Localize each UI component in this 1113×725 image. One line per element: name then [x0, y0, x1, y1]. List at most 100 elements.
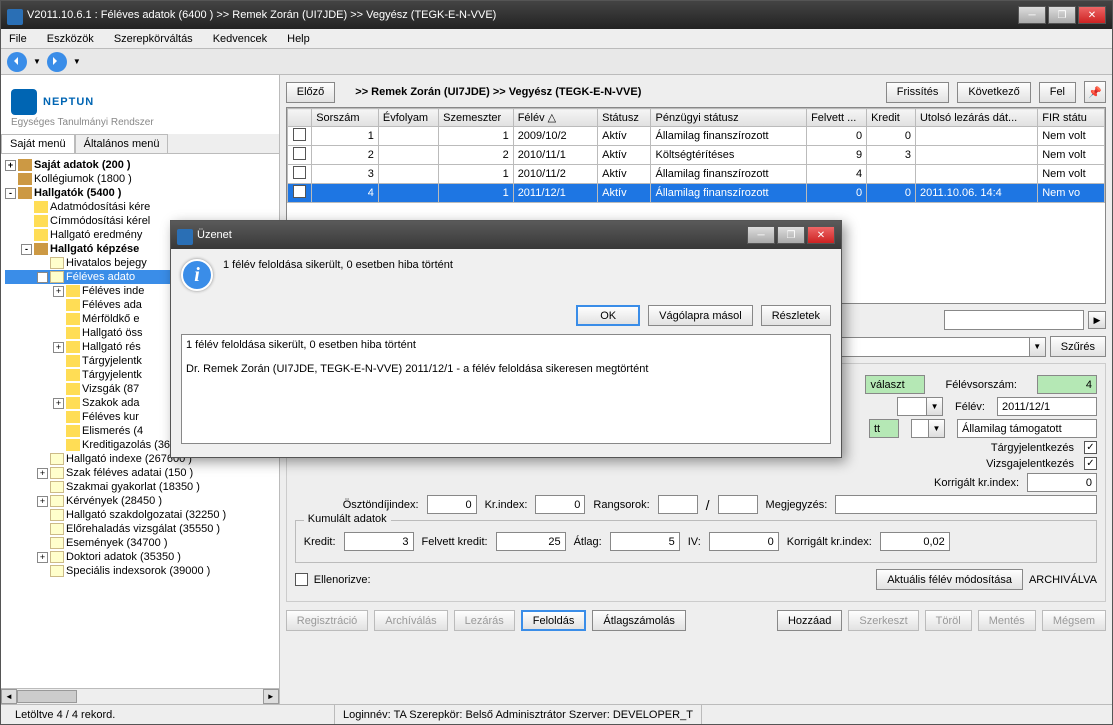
tree-toggle-icon[interactable]: [53, 384, 64, 395]
cancel-button[interactable]: Mégsem: [1042, 610, 1106, 631]
close-button[interactable]: ✕: [1078, 6, 1106, 24]
save-button[interactable]: Mentés: [978, 610, 1036, 631]
grid-header[interactable]: Pénzügyi státusz: [651, 109, 807, 127]
grid-cell[interactable]: 1: [439, 127, 514, 146]
edit-button[interactable]: Szerkeszt: [848, 610, 918, 631]
row-checkbox[interactable]: [293, 147, 306, 160]
rang-value-1[interactable]: [658, 495, 698, 514]
filter-button[interactable]: Szűrés: [1050, 336, 1106, 357]
grid-cell[interactable]: [378, 165, 438, 184]
tree-toggle-icon[interactable]: [21, 216, 32, 227]
grid-header[interactable]: FIR státu: [1038, 109, 1105, 127]
grid-cell[interactable]: Költségtérítéses: [651, 146, 807, 165]
tree-toggle-icon[interactable]: [37, 538, 48, 549]
grid-cell[interactable]: 1: [439, 184, 514, 203]
grid-cell[interactable]: 1: [312, 127, 379, 146]
grid-cell[interactable]: [915, 165, 1037, 184]
tree-item[interactable]: +Saját adatok (200 ): [5, 158, 275, 172]
combo2-dd-icon[interactable]: ▼: [929, 419, 945, 438]
grid-cell[interactable]: 3: [312, 165, 379, 184]
grid-header[interactable]: Utolsó lezárás dát...: [915, 109, 1037, 127]
tab-general-menu[interactable]: Általános menü: [75, 134, 169, 154]
prev-button[interactable]: Előző: [286, 82, 336, 103]
tree-toggle-icon[interactable]: +: [37, 552, 48, 563]
grid-header[interactable]: Kredit: [867, 109, 916, 127]
tab-own-menu[interactable]: Saját menü: [1, 134, 75, 154]
grid-cell[interactable]: 2: [439, 146, 514, 165]
ellen-checkbox[interactable]: [295, 573, 308, 586]
tree-toggle-icon[interactable]: [53, 412, 64, 423]
tree-toggle-icon[interactable]: [53, 356, 64, 367]
pin-icon[interactable]: 📌: [1084, 81, 1106, 103]
grid-cell[interactable]: Államilag finanszírozott: [651, 165, 807, 184]
grid-cell[interactable]: 9: [807, 146, 867, 165]
tree-item[interactable]: Hallgató szakdolgozatai (32250 ): [5, 508, 275, 522]
korr2-value[interactable]: 0,02: [880, 532, 950, 551]
dialog-detail-button[interactable]: Részletek: [761, 305, 831, 326]
scroll-right-icon[interactable]: ►: [263, 689, 279, 704]
grid-cell[interactable]: 2009/10/2: [513, 127, 597, 146]
tree-item[interactable]: Adatmódosítási kére: [5, 200, 275, 214]
grid-cell[interactable]: 2011/12/1: [513, 184, 597, 203]
grid-header[interactable]: Félév △: [513, 109, 597, 127]
tree-toggle-icon[interactable]: +: [37, 468, 48, 479]
filter-go-icon[interactable]: ▶: [1088, 311, 1106, 329]
dialog-close-button[interactable]: ✕: [807, 226, 835, 244]
next-button[interactable]: Következő: [957, 82, 1030, 103]
grid-cell[interactable]: 0: [867, 184, 916, 203]
grid-cell[interactable]: Nem vo: [1038, 184, 1105, 203]
row-checkbox[interactable]: [293, 166, 306, 179]
del-button[interactable]: Töröl: [925, 610, 972, 631]
tree-item[interactable]: Speciális indexsorok (39000 ): [5, 564, 275, 578]
grid-cell[interactable]: Nem volt: [1038, 165, 1105, 184]
tree-item[interactable]: -Hallgatók (5400 ): [5, 186, 275, 200]
felev-value[interactable]: 2011/12/1: [997, 397, 1097, 416]
tree-item[interactable]: +Szak féléves adatai (150 ): [5, 466, 275, 480]
grid-cell[interactable]: 3: [867, 146, 916, 165]
menu-help[interactable]: Help: [283, 31, 314, 47]
filter-combo-dd-icon[interactable]: ▼: [1030, 337, 1046, 357]
tree-hscroll[interactable]: ◄ ►: [1, 688, 279, 704]
tree-toggle-icon[interactable]: [37, 524, 48, 535]
tree-toggle-icon[interactable]: [21, 230, 32, 241]
add-button[interactable]: Hozzáad: [777, 610, 842, 631]
grid-header[interactable]: Státusz: [598, 109, 651, 127]
tree-toggle-icon[interactable]: +: [37, 496, 48, 507]
filter-field-1[interactable]: [944, 310, 1084, 330]
dialog-copy-button[interactable]: Vágólapra másol: [648, 305, 753, 326]
tree-toggle-icon[interactable]: [53, 300, 64, 311]
tree-item[interactable]: Események (34700 ): [5, 536, 275, 550]
grid-cell[interactable]: Nem volt: [1038, 127, 1105, 146]
tree-toggle-icon[interactable]: +: [5, 160, 16, 171]
grid-cell[interactable]: [867, 165, 916, 184]
grid-cell[interactable]: Államilag finanszírozott: [651, 184, 807, 203]
grid-header[interactable]: [287, 109, 311, 127]
tree-toggle-icon[interactable]: [53, 370, 64, 381]
menu-role[interactable]: Szerepkörváltás: [110, 31, 197, 47]
tree-toggle-icon[interactable]: -: [5, 188, 16, 199]
tree-item[interactable]: +Doktori adatok (35350 ): [5, 550, 275, 564]
grid-cell[interactable]: 2011.10.06. 14:4: [915, 184, 1037, 203]
korr-value[interactable]: 0: [1027, 473, 1097, 492]
nav-back-dd[interactable]: ▼: [33, 57, 41, 66]
grid-cell[interactable]: [915, 127, 1037, 146]
megj-value[interactable]: [835, 495, 1097, 514]
menu-tools[interactable]: Eszközök: [43, 31, 98, 47]
grid-cell[interactable]: 1: [439, 165, 514, 184]
dialog-ok-button[interactable]: OK: [576, 305, 640, 326]
kredit-value[interactable]: 3: [344, 532, 414, 551]
arch-button[interactable]: Archíválás: [374, 610, 447, 631]
tree-item[interactable]: Előrehaladás vizsgálat (35550 ): [5, 522, 275, 536]
grid-cell[interactable]: [378, 127, 438, 146]
grid-header[interactable]: Évfolyam: [378, 109, 438, 127]
menu-file[interactable]: File: [5, 31, 31, 47]
tree-toggle-icon[interactable]: -: [37, 272, 48, 283]
grid-cell[interactable]: [287, 165, 311, 184]
iv-value[interactable]: 0: [709, 532, 779, 551]
vizsga-checkbox[interactable]: ✓: [1084, 457, 1097, 470]
atlag-value[interactable]: 5: [610, 532, 680, 551]
dialog-maximize-button[interactable]: ❐: [777, 226, 805, 244]
tree-toggle-icon[interactable]: [37, 566, 48, 577]
grid-cell[interactable]: 2010/11/2: [513, 165, 597, 184]
tree-toggle-icon[interactable]: +: [53, 342, 64, 353]
